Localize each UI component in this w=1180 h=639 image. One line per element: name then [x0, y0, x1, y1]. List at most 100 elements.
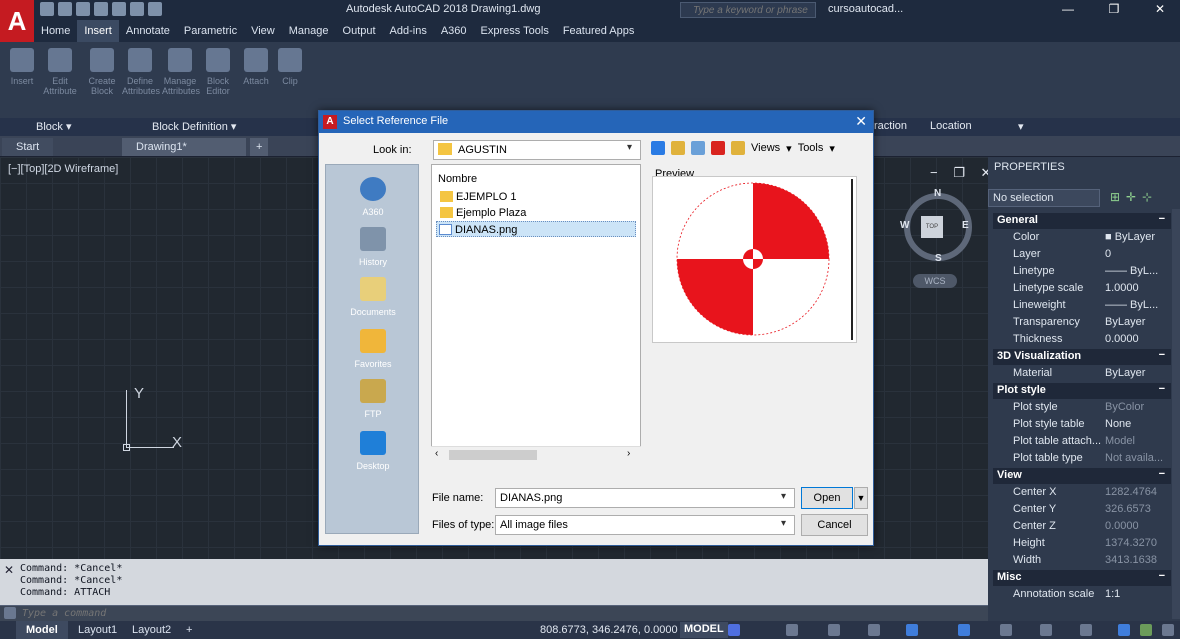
hardware-acceleration-icon[interactable] — [1140, 624, 1152, 636]
tab-manage[interactable]: Manage — [282, 20, 336, 42]
scrollbar-thumb[interactable] — [449, 450, 537, 460]
properties-section-header[interactable]: Misc − — [993, 570, 1171, 586]
ribbon-block-editor-button[interactable]: Block Editor — [200, 46, 236, 112]
property-row[interactable]: Layer 0 — [993, 247, 1171, 264]
tab-annotate[interactable]: Annotate — [119, 20, 177, 42]
customization-menu-icon[interactable] — [1162, 624, 1174, 636]
open-icon[interactable] — [58, 2, 72, 16]
file-list[interactable]: Nombre EJEMPLO 1 Ejemplo Plaza DIANAS.pn… — [431, 164, 641, 463]
add-icon[interactable] — [1080, 624, 1092, 636]
panel-extraction[interactable]: raction — [874, 120, 907, 132]
tab-a360[interactable]: A360 — [434, 20, 474, 42]
views-menu[interactable]: Views — [751, 142, 780, 154]
property-row[interactable]: Center Y 326.6573 — [993, 502, 1171, 519]
tab-drawing1[interactable]: Drawing1* — [122, 138, 246, 156]
close-command-line-icon[interactable]: ✕ — [4, 563, 14, 577]
create-folder-icon[interactable] — [731, 141, 745, 155]
property-row[interactable]: Plot table attach... Model — [993, 434, 1171, 451]
tab-start[interactable]: Start — [2, 138, 54, 156]
property-row[interactable]: Linetype scale 1.0000 — [993, 281, 1171, 298]
tab-parametric[interactable]: Parametric — [177, 20, 244, 42]
tab-model[interactable]: Model — [16, 621, 68, 639]
property-row[interactable]: Material ByLayer — [993, 366, 1171, 383]
property-row[interactable]: Plot style ByColor — [993, 400, 1171, 417]
restore-button[interactable]: ❐ — [1094, 2, 1134, 18]
search-web-icon[interactable] — [691, 141, 705, 155]
tab-view[interactable]: View — [244, 20, 282, 42]
dialog-close-button[interactable]: ✕ — [855, 113, 867, 130]
chevron-down-icon[interactable]: ▾ — [627, 142, 632, 153]
ribbon-attach-button[interactable]: Attach — [238, 46, 274, 112]
properties-section-header[interactable]: View − — [993, 468, 1171, 484]
app-menu-button[interactable]: A — [0, 0, 34, 42]
file-name-input[interactable] — [495, 488, 795, 508]
model-space-button[interactable]: MODEL — [680, 622, 728, 638]
scroll-right-icon[interactable]: › — [627, 448, 630, 459]
collapse-icon[interactable]: − — [1159, 468, 1165, 480]
property-row[interactable]: Transparency ByLayer — [993, 315, 1171, 332]
properties-section-header[interactable]: General − — [993, 213, 1171, 229]
viewport-controls-label[interactable]: [−][Top][2D Wireframe] — [8, 163, 118, 175]
property-row[interactable]: Linetype —— ByL... — [993, 264, 1171, 281]
property-row[interactable]: Center Z 0.0000 — [993, 519, 1171, 536]
panel-content-expand[interactable]: ▾ — [1018, 120, 1024, 133]
look-in-dropdown[interactable]: AGUSTIN — [433, 140, 641, 160]
cancel-button[interactable]: Cancel — [801, 514, 868, 536]
scale-icon[interactable] — [1000, 624, 1012, 636]
wcs-menu[interactable]: WCS — [913, 274, 957, 288]
tab-home[interactable]: Home — [34, 20, 77, 42]
compass-west[interactable]: W — [900, 220, 909, 231]
properties-section-header[interactable]: Plot style − — [993, 383, 1171, 399]
annotation-icon[interactable] — [958, 624, 970, 636]
user-account[interactable]: cursoautocad... — [828, 3, 903, 15]
panel-block-definition[interactable]: Block Definition ▾ — [152, 120, 236, 133]
property-row[interactable]: Thickness 0.0000 — [993, 332, 1171, 349]
undo-icon[interactable] — [130, 2, 144, 16]
minimize-button[interactable]: — — [1048, 2, 1088, 18]
chevron-down-icon[interactable]: ▾ — [829, 142, 835, 155]
workspace-gear-icon[interactable] — [1040, 624, 1052, 636]
column-header-name[interactable]: Nombre — [438, 173, 477, 185]
property-row[interactable]: Color ■ ByLayer — [993, 230, 1171, 247]
selection-dropdown[interactable]: No selection — [988, 189, 1100, 207]
osnap-icon[interactable] — [906, 624, 918, 636]
isolate-objects-icon[interactable] — [1118, 624, 1130, 636]
print-icon[interactable] — [112, 2, 126, 16]
tools-menu[interactable]: Tools — [798, 142, 824, 154]
list-item-selected[interactable]: DIANAS.png — [436, 221, 636, 237]
isodraft-icon[interactable] — [868, 624, 880, 636]
save-icon[interactable] — [76, 2, 90, 16]
compass-east[interactable]: E — [962, 220, 969, 231]
panel-location[interactable]: Location — [930, 120, 972, 132]
files-of-type-dropdown[interactable]: All image files — [495, 515, 795, 535]
coordinates-readout[interactable]: 808.6773, 346.2476, 0.0000 — [540, 624, 678, 636]
viewcube-top-face[interactable]: TOP — [921, 216, 943, 238]
open-options-dropdown[interactable]: ▼ — [854, 487, 868, 509]
property-row[interactable]: Plot table type Not availa... — [993, 451, 1171, 468]
save-as-icon[interactable] — [94, 2, 108, 16]
collapse-icon[interactable]: − — [1159, 383, 1165, 395]
tab-insert[interactable]: Insert — [77, 20, 119, 42]
ribbon-clip-button[interactable]: Clip — [272, 46, 308, 112]
property-row[interactable]: Height 1374.3270 — [993, 536, 1171, 553]
command-prompt-icon[interactable] — [4, 607, 16, 619]
tab-layout2[interactable]: Layout2 — [122, 621, 181, 639]
collapse-icon[interactable]: − — [1159, 349, 1165, 361]
help-search-input[interactable] — [680, 2, 816, 18]
scroll-left-icon[interactable]: ‹ — [435, 448, 438, 459]
tab-add-ins[interactable]: Add-ins — [383, 20, 434, 42]
quick-select-icons[interactable]: ⊞✛⊹ — [1110, 190, 1158, 204]
place-desktop[interactable]: Desktop — [326, 431, 420, 471]
tab-output[interactable]: Output — [336, 20, 383, 42]
tab-layout1[interactable]: Layout1 — [68, 621, 127, 639]
redo-icon[interactable] — [148, 2, 162, 16]
place-favorites[interactable]: Favorites — [326, 329, 420, 369]
collapse-icon[interactable]: − — [1159, 213, 1165, 225]
property-row[interactable]: Lineweight —— ByL... — [993, 298, 1171, 315]
list-item[interactable]: EJEMPLO 1 — [438, 189, 517, 205]
ortho-icon[interactable] — [786, 624, 798, 636]
tab-featured-apps[interactable]: Featured Apps — [556, 20, 642, 42]
open-button[interactable]: Open — [801, 487, 853, 509]
grid-icon[interactable] — [728, 624, 740, 636]
property-row[interactable]: Plot style table None — [993, 417, 1171, 434]
